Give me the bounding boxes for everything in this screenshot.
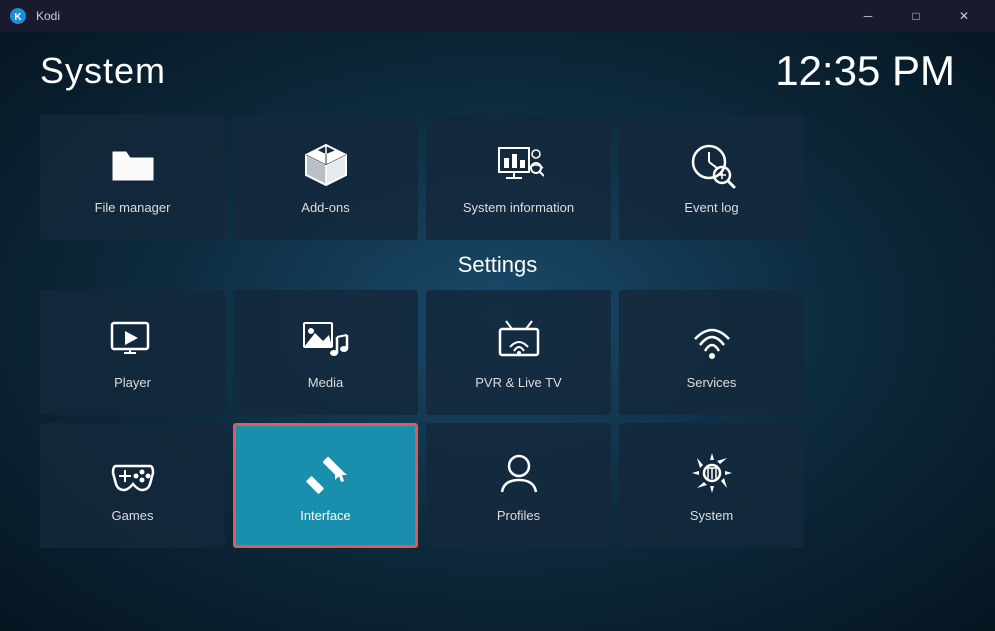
header: System 12:35 PM	[40, 47, 955, 95]
interface-label: Interface	[300, 508, 351, 523]
close-button[interactable]: ✕	[941, 0, 987, 32]
wifi-icon	[687, 315, 737, 365]
page-title: System	[40, 50, 166, 92]
pvr-live-tv-label: PVR & Live TV	[475, 375, 561, 390]
main-content: System 12:35 PM File manager	[0, 32, 995, 571]
svg-text:K: K	[14, 12, 22, 23]
tile-media[interactable]: Media	[233, 290, 418, 415]
tile-system[interactable]: System	[619, 423, 804, 548]
app-title: Kodi	[36, 9, 60, 23]
interface-icon	[301, 448, 351, 498]
title-bar-controls: ─ □ ✕	[845, 0, 987, 32]
media-icon	[301, 315, 351, 365]
folder-icon	[108, 140, 158, 190]
tile-pvr-live-tv[interactable]: PVR & Live TV	[426, 290, 611, 415]
title-bar: K Kodi ─ □ ✕	[0, 0, 995, 32]
tile-system-information[interactable]: System information	[426, 115, 611, 240]
clock-display: 12:35 PM	[775, 47, 955, 95]
clock-search-icon	[687, 140, 737, 190]
settings-section-label: Settings	[40, 252, 955, 278]
player-label: Player	[114, 375, 151, 390]
tile-player[interactable]: Player	[40, 290, 225, 415]
monitor-play-icon	[108, 315, 158, 365]
profiles-label: Profiles	[497, 508, 540, 523]
services-label: Services	[687, 375, 737, 390]
tile-interface[interactable]: Interface	[233, 423, 418, 548]
add-ons-label: Add-ons	[301, 200, 349, 215]
minimize-button[interactable]: ─	[845, 0, 891, 32]
kodi-logo-icon: K	[8, 6, 28, 26]
event-log-label: Event log	[684, 200, 738, 215]
tile-profiles[interactable]: Profiles	[426, 423, 611, 548]
gamepad-icon	[108, 448, 158, 498]
system-information-label: System information	[463, 200, 574, 215]
chart-icon	[494, 140, 544, 190]
tile-file-manager[interactable]: File manager	[40, 115, 225, 240]
box-icon	[301, 140, 351, 190]
tile-event-log[interactable]: Event log	[619, 115, 804, 240]
tv-icon	[494, 315, 544, 365]
title-bar-left: K Kodi	[8, 6, 60, 26]
system-label: System	[690, 508, 733, 523]
settings-tiles-row2: Games Interface	[40, 423, 955, 548]
profile-icon	[494, 448, 544, 498]
tile-add-ons[interactable]: Add-ons	[233, 115, 418, 240]
file-manager-label: File manager	[95, 200, 171, 215]
tile-services[interactable]: Services	[619, 290, 804, 415]
maximize-button[interactable]: □	[893, 0, 939, 32]
tile-games[interactable]: Games	[40, 423, 225, 548]
gear-icon	[687, 448, 737, 498]
settings-tiles-row1: Player Media	[40, 290, 955, 415]
top-tiles-row: File manager A	[40, 115, 955, 240]
media-label: Media	[308, 375, 343, 390]
games-label: Games	[112, 508, 154, 523]
